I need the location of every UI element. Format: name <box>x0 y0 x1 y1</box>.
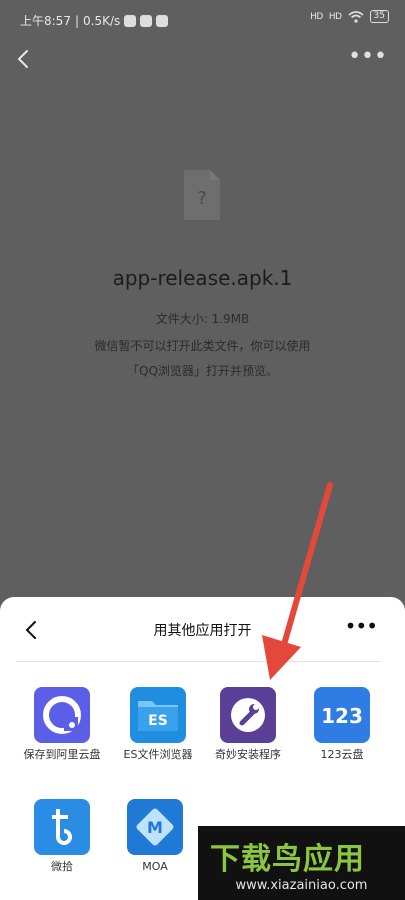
app-installer[interactable]: 奇妙安装程序 <box>204 687 292 763</box>
file-size: 文件大小: 1.9MB <box>155 312 250 326</box>
back-icon[interactable] <box>14 48 34 70</box>
notification-icon <box>124 14 137 27</box>
status-speed: 0.5K/s <box>83 13 121 28</box>
notification-icon <box>140 14 153 27</box>
svg-text:M: M <box>147 818 163 837</box>
signal-icon: HD <box>310 11 323 22</box>
status-separator: | <box>74 13 79 28</box>
signal-icon: HD <box>328 11 342 22</box>
app-label: 奇妙安装程序 <box>215 748 281 761</box>
es-file-explorer-icon: ES <box>130 687 186 743</box>
aliyun-drive-icon <box>34 687 90 743</box>
app-label: 123云盘 <box>320 748 364 761</box>
wrench-icon <box>220 687 276 743</box>
123-cloud-icon: 123 <box>314 687 370 743</box>
moa-icon: M <box>127 799 183 855</box>
svg-text:123: 123 <box>321 704 363 728</box>
app-moa[interactable]: M MOA <box>111 799 199 875</box>
app-label: 保存到阿里云盘 <box>23 748 101 761</box>
status-left: 上午8:57 | 0.5K/s <box>20 12 169 29</box>
watermark-logo: 下载鸟应用 <box>210 842 365 877</box>
notification-icon <box>156 14 169 27</box>
file-tip: 微信暂不可以打开此类文件，你可以使用 <box>94 339 311 353</box>
app-label: 微拾 <box>51 860 73 873</box>
app-123-cloud[interactable]: 123 123云盘 <box>298 687 386 763</box>
more-icon[interactable]: ••• <box>348 46 387 68</box>
svg-text:ES: ES <box>148 713 168 729</box>
svg-text:?: ? <box>197 188 207 209</box>
more-icon[interactable]: ••• <box>345 616 378 636</box>
watermark-url: www.xiazainiao.com <box>235 878 368 893</box>
wifi-icon <box>348 10 364 23</box>
battery-icon: 35 <box>369 10 389 23</box>
app-aliyun-drive[interactable]: 保存到阿里云盘 <box>18 687 106 763</box>
divider <box>16 661 381 662</box>
status-right: HD HD 35 <box>310 10 389 23</box>
file-tip: 「QQ浏览器」打开并预览。 <box>127 364 278 378</box>
app-label: MOA <box>142 860 168 873</box>
unknown-file-icon: ? <box>184 170 220 220</box>
app-label: ES文件浏览器 <box>123 748 193 761</box>
weishi-icon <box>34 799 90 855</box>
app-weishi[interactable]: 微拾 <box>18 799 106 875</box>
status-time: 上午8:57 <box>20 14 71 28</box>
status-bar: 上午8:57 | 0.5K/s HD HD 35 <box>0 0 405 40</box>
app-es-file-explorer[interactable]: ES ES文件浏览器 <box>114 687 202 763</box>
watermark: 下载鸟应用 www.xiazainiao.com <box>198 826 405 900</box>
file-name: app-release.apk.1 <box>112 266 293 290</box>
